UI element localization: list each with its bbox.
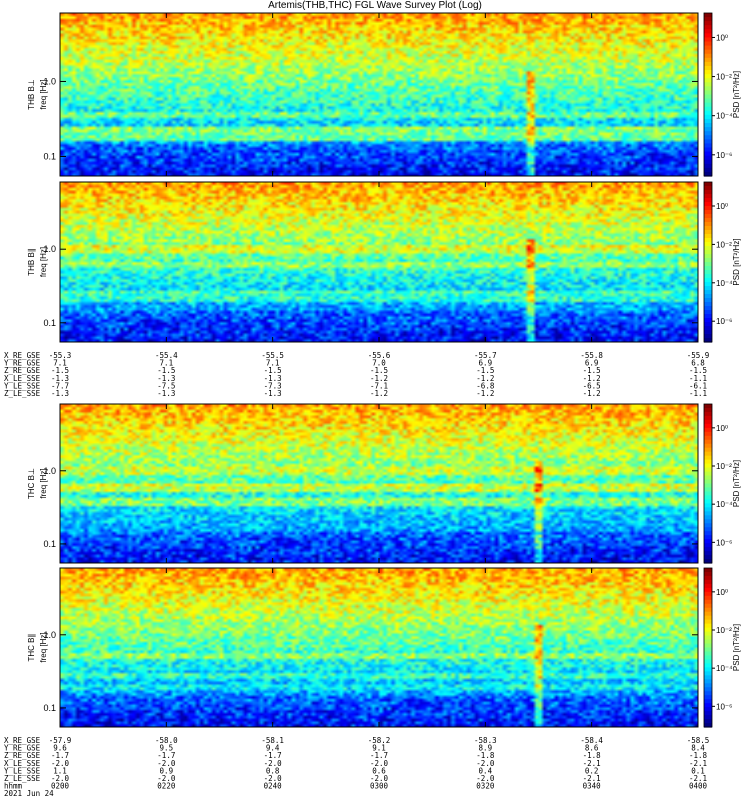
ephem-value: -1.3: [264, 389, 282, 398]
ephem-value: 0320: [476, 782, 495, 791]
y-tick-label: 0.1: [43, 151, 56, 161]
colorbar-label: PSD [nT²/Hz]: [732, 460, 741, 507]
y-axis-label: THB B∥: [27, 248, 36, 276]
ephem-value: 0220: [157, 782, 176, 791]
spectrogram-panel-4: 1.00.1THC B∥ freq [Hz]10⁰10⁻²10⁻⁴10⁻⁶PSD …: [27, 567, 741, 728]
spectrogram-image: [60, 568, 698, 727]
y-axis-label: THC B∥: [27, 634, 36, 662]
ephem-row-label: Z_LE_SSE: [4, 389, 41, 398]
ephem-value: -1.3: [157, 389, 175, 398]
colorbar-tick-label: 10⁻⁶: [716, 317, 732, 326]
colorbar: 10⁰ 10⁻² 10⁻⁴ 10⁻⁶ PSD [nT²/Hz]: [703, 403, 741, 564]
spectrogram-panel-1: 1.00.1THB B⊥ freq [Hz]10⁰10⁻²10⁻⁴10⁻⁶PSD …: [27, 12, 741, 177]
colorbar-label: PSD [nT²/Hz]: [732, 238, 741, 285]
ephem-value: -1.2: [476, 389, 494, 398]
y-axis-unit: freq [Hz]: [39, 79, 48, 109]
y-tick-label: 0.1: [43, 318, 56, 328]
colorbar-tick-label: 10⁻⁶: [716, 151, 732, 160]
colorbar-tick-label: 10⁻⁶: [716, 702, 732, 711]
spectrogram-panel-2: 1.00.1THB B∥ freq [Hz]10⁰10⁻²10⁻⁴10⁻⁶PSD …: [27, 181, 741, 343]
y-axis-unit: freq [Hz]: [39, 632, 48, 662]
colorbar-tick-label: 10⁻⁶: [716, 538, 732, 547]
ephemeris-thb: X_RE_GSE -55.3 -55.4 -55.5 -55.6 -55.7 -55.8 -5…: [4, 351, 709, 398]
ephem-value: -1.1: [689, 389, 707, 398]
ephem-value: 0400: [689, 782, 708, 791]
y-axis-unit: freq [Hz]: [39, 468, 48, 498]
colorbar-tick-label: 10⁻²: [716, 240, 732, 249]
colorbar: 10⁰ 10⁻² 10⁻⁴ 10⁻⁶ PSD [nT²/Hz]: [703, 12, 741, 177]
colorbar: 10⁰ 10⁻² 10⁻⁴ 10⁻⁶ PSD [nT²/Hz]: [703, 567, 741, 728]
ephem-value: 0300: [370, 782, 389, 791]
colorbar: 10⁰ 10⁻² 10⁻⁴ 10⁻⁶ PSD [nT²/Hz]: [703, 181, 741, 343]
y-tick-label: 0.1: [43, 703, 56, 713]
spectrogram-image: [60, 13, 698, 176]
ephemeris-thc: X_RE_GSE -57.9 -58.0 -58.1 -58.2 -58.3 -58.4 -5…: [4, 736, 709, 798]
spectrogram-image: [60, 182, 698, 342]
ephem-value: -1.2: [370, 389, 388, 398]
wave-survey-figure: 1.00.1THB B⊥ freq [Hz]10⁰10⁻²10⁻⁴10⁻⁶PSD …: [4, 12, 741, 798]
colorbar-tick-label: 10⁰: [716, 33, 728, 42]
ephem-value: 0240: [264, 782, 283, 791]
ephem-value: -1.3: [51, 389, 69, 398]
colorbar-tick-label: 10⁻⁴: [716, 664, 733, 673]
colorbar-tick-label: 10⁰: [716, 588, 728, 597]
colorbar-label: PSD [nT²/Hz]: [732, 624, 741, 671]
colorbar-tick-label: 10⁻²: [716, 73, 732, 82]
colorbar-tick-label: 10⁻⁴: [716, 112, 733, 121]
y-axis-unit: freq [Hz]: [39, 247, 48, 277]
colorbar-tick-label: 10⁻⁴: [716, 279, 733, 288]
spectrogram-panel-3: 1.00.1THC B⊥ freq [Hz]10⁰10⁻²10⁻⁴10⁻⁶PSD …: [27, 403, 741, 564]
colorbar-tick-label: 10⁻²: [716, 462, 732, 471]
y-axis-label: THC B⊥: [27, 468, 36, 499]
colorbar-label: PSD [nT²/Hz]: [732, 71, 741, 118]
colorbar-tick-label: 10⁰: [716, 424, 728, 433]
ephem-row-label: 2021 Jun 24: [4, 789, 54, 798]
ephem-value: 0340: [583, 782, 602, 791]
y-tick-label: 0.1: [43, 539, 56, 549]
spectrogram-image: [60, 404, 698, 563]
colorbar-tick-label: 10⁻⁴: [716, 500, 733, 509]
colorbar-tick-label: 10⁰: [716, 202, 728, 211]
ephem-value: 0200: [51, 782, 70, 791]
colorbar-tick-label: 10⁻²: [716, 626, 732, 635]
ephem-value: -1.2: [583, 389, 601, 398]
y-axis-label: THB B⊥: [27, 79, 36, 110]
